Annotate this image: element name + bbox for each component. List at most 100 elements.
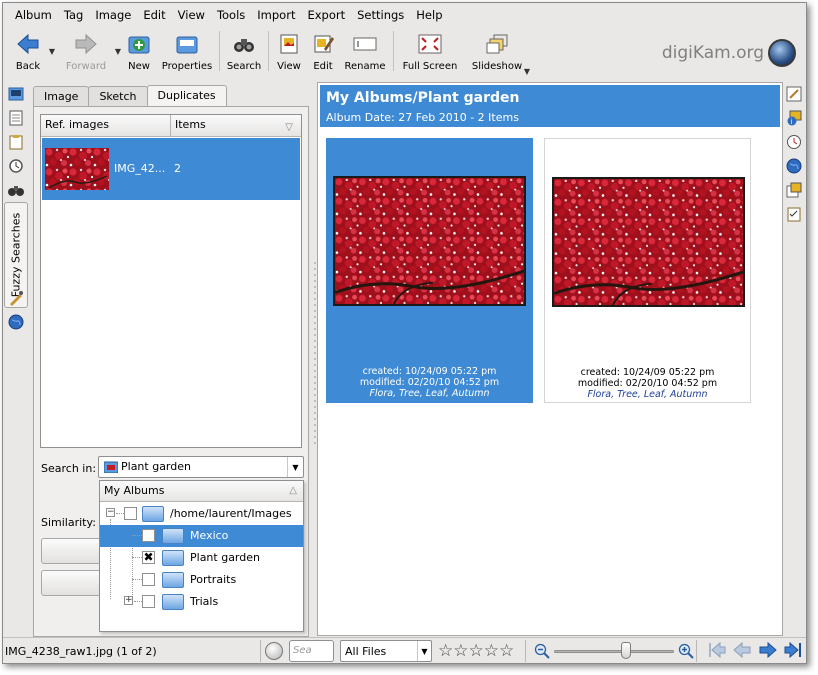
plant-garden-checkbox[interactable]: ✖ — [142, 551, 155, 564]
new-album-icon — [127, 32, 151, 56]
root-checkbox[interactable] — [124, 507, 137, 520]
menu-album[interactable]: Album — [9, 3, 58, 27]
menu-help[interactable]: Help — [410, 3, 448, 27]
col-items[interactable]: Items ▽ — [171, 115, 301, 136]
zoom-controls — [525, 640, 697, 662]
tree-row-mexico[interactable]: Mexico — [100, 525, 303, 547]
image-thumbnail-card[interactable]: created: 10/24/09 05:22 pm modified: 02/… — [544, 138, 751, 403]
tree-row-plant-garden[interactable]: ✖ Plant garden — [100, 547, 303, 569]
album-subtitle: Album Date: 27 Feb 2010 - 2 Items — [326, 111, 519, 124]
portraits-checkbox[interactable] — [142, 573, 155, 586]
rating-filter[interactable]: ☆ ☆ ☆ ☆ ☆ — [438, 641, 514, 661]
chevron-down-icon[interactable]: ▼ — [49, 47, 55, 56]
status-text: IMG_4238_raw1.jpg (1 of 2) — [5, 645, 157, 658]
toolbar-separator — [393, 31, 394, 71]
tree-row-portraits[interactable]: Portraits — [100, 569, 303, 591]
menu-settings[interactable]: Settings — [351, 3, 410, 27]
calendar-icon[interactable] — [7, 133, 25, 151]
tab-image[interactable]: Image — [33, 86, 90, 107]
folder-icon — [162, 550, 184, 566]
fuzzy-searches-label: Fuzzy Searches — [9, 212, 23, 298]
trials-checkbox[interactable] — [142, 595, 155, 608]
status-search-input[interactable]: Sea — [289, 640, 334, 662]
dropdown-header: My Albums △ — [100, 481, 303, 502]
tab-duplicates[interactable]: Duplicates — [146, 85, 227, 107]
zoom-out-icon[interactable] — [534, 643, 550, 659]
zoom-slider-handle[interactable] — [621, 642, 631, 659]
slideshow-button[interactable]: Slideshow ▼ — [466, 27, 530, 76]
menu-import[interactable]: Import — [251, 3, 301, 27]
tags-icon[interactable] — [7, 109, 25, 127]
star-icon[interactable]: ☆ — [438, 641, 453, 661]
checklist-icon[interactable] — [785, 205, 803, 223]
col-ref-images[interactable]: Ref. images — [41, 115, 171, 136]
next-image-icon[interactable] — [758, 641, 778, 659]
rename-button[interactable]: Rename — [341, 27, 389, 75]
first-image-icon[interactable] — [706, 641, 726, 659]
world-map-icon[interactable] — [7, 313, 25, 331]
albums-icon[interactable] — [7, 85, 25, 103]
menu-tag[interactable]: Tag — [58, 3, 89, 27]
star-icon[interactable]: ☆ — [469, 641, 484, 661]
forward-button[interactable]: Forward ▼ — [57, 27, 121, 75]
tree-connector — [134, 601, 142, 602]
chevron-down-icon[interactable]: ▼ — [287, 457, 303, 477]
new-album-button[interactable]: New — [119, 27, 159, 75]
full-screen-button[interactable]: Full Screen — [398, 27, 462, 75]
thumb-modified: modified: 02/20/10 04:52 pm — [577, 378, 718, 389]
tree-row-trials[interactable]: + Trials — [100, 591, 303, 613]
folder-icon — [162, 528, 184, 544]
album-select[interactable]: Plant garden ▼ — [98, 456, 304, 478]
menu-edit[interactable]: Edit — [137, 3, 171, 27]
menu-view[interactable]: View — [172, 3, 211, 27]
chevron-down-icon[interactable]: ▼ — [417, 641, 431, 661]
collapse-icon[interactable]: − — [106, 508, 115, 517]
binoculars-icon — [232, 32, 256, 56]
menu-export[interactable]: Export — [301, 3, 351, 27]
ref-image-count: 2 — [174, 162, 181, 175]
expand-icon[interactable]: + — [124, 596, 133, 605]
search-binoculars-icon[interactable] — [7, 181, 25, 199]
thumb-modified: modified: 02/20/10 04:52 pm — [359, 377, 500, 388]
similarity-label: Similarity: — [41, 516, 96, 529]
last-image-icon[interactable] — [784, 641, 804, 659]
zoom-in-icon[interactable] — [678, 643, 694, 659]
full-screen-label: Full Screen — [402, 61, 458, 72]
tools-icon[interactable] — [785, 181, 803, 199]
ref-images-list[interactable]: Ref. images Items ▽ IMG_42... 2 — [40, 114, 302, 448]
search-button[interactable]: Search — [224, 27, 264, 75]
star-icon[interactable]: ☆ — [484, 641, 499, 661]
status-bar: IMG_4238_raw1.jpg (1 of 2) Sea All Files… — [3, 637, 806, 663]
star-icon[interactable]: ☆ — [499, 641, 514, 661]
table-row[interactable]: IMG_42... 2 — [42, 138, 300, 200]
thumb-tags[interactable]: Flora, Tree, Leaf, Autumn — [326, 388, 533, 399]
menu-tools[interactable]: Tools — [211, 3, 251, 27]
image-thumbnail-card[interactable]: created: 10/24/09 05:22 pm modified: 02/… — [326, 138, 533, 403]
previous-image-icon[interactable] — [732, 641, 752, 659]
collection-folder-icon — [142, 506, 164, 522]
edit-button[interactable]: Edit — [305, 27, 341, 75]
geolocation-icon[interactable] — [785, 157, 803, 175]
chevron-down-icon[interactable]: ▼ — [524, 67, 530, 76]
metadata-icon[interactable] — [785, 133, 803, 151]
tab-sketch[interactable]: Sketch — [88, 86, 148, 107]
tree-row-root[interactable]: − /home/laurent/Images — [100, 503, 303, 525]
properties-button[interactable]: Properties — [159, 27, 215, 75]
caption-edit-icon[interactable] — [785, 85, 803, 103]
star-icon[interactable]: ☆ — [453, 641, 468, 661]
toolbar-separator — [268, 31, 269, 71]
ref-list-header: Ref. images Items ▽ — [41, 115, 301, 137]
digikam-window: Album Tag Image Edit View Tools Import E… — [2, 2, 807, 664]
album-icon-view[interactable]: My Albums/Plant garden Album Date: 27 Fe… — [317, 82, 783, 636]
zoom-slider-track[interactable] — [554, 650, 674, 653]
back-button[interactable]: Back ▼ — [7, 27, 55, 75]
information-icon[interactable]: i — [785, 109, 803, 127]
menu-image[interactable]: Image — [89, 3, 137, 27]
view-button[interactable]: View — [273, 27, 305, 75]
thumb-tags[interactable]: Flora, Tree, Leaf, Autumn — [545, 389, 750, 400]
file-filter-select[interactable]: All Files ▼ — [340, 640, 432, 662]
status-led-icon[interactable] — [265, 642, 283, 660]
timeline-icon[interactable] — [7, 157, 25, 175]
mexico-checkbox[interactable] — [142, 529, 155, 542]
search-in-label: Search in: — [41, 462, 97, 475]
